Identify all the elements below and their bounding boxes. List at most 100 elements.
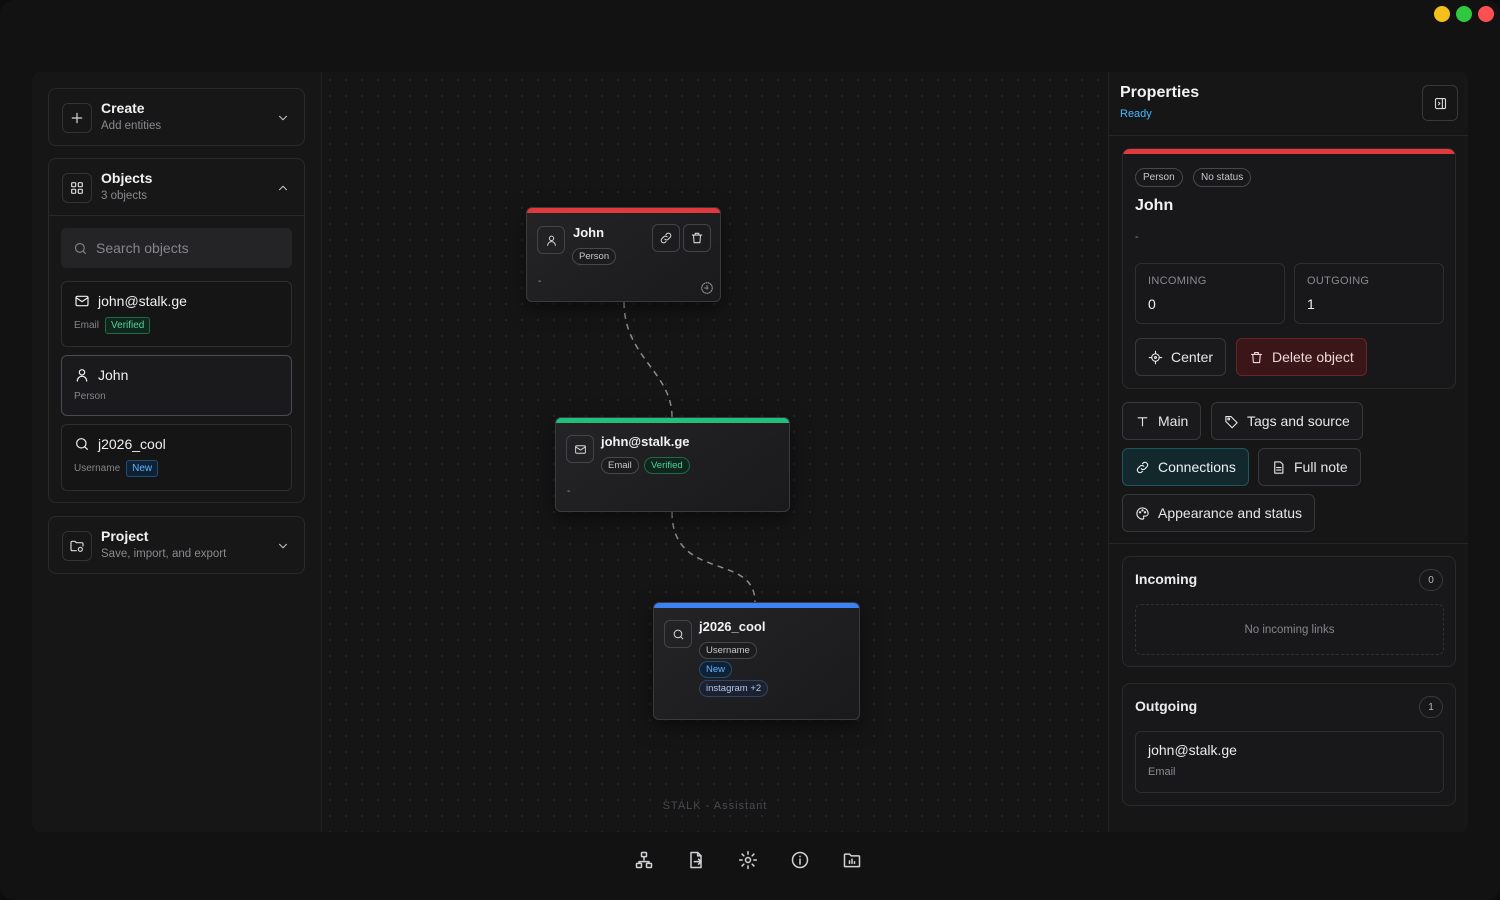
chart-folder-icon[interactable]	[838, 843, 866, 877]
node-color-bar	[556, 418, 789, 423]
grid-icon	[62, 173, 92, 203]
tab-tags-and-source[interactable]: Tags and source	[1211, 402, 1363, 440]
outgoing-link-item[interactable]: john@stalk.ge Email	[1135, 731, 1444, 793]
node-title: John	[573, 225, 605, 240]
header-divider	[1109, 135, 1468, 136]
platform-tags: instagram +2	[699, 680, 769, 697]
chevron-down-icon[interactable]	[276, 539, 290, 553]
create-section-header[interactable]: Create Add entities	[49, 89, 304, 146]
incoming-section: Incoming 0 No incoming links	[1122, 556, 1456, 667]
project-title: Project	[101, 528, 149, 544]
minimize-button[interactable]	[1434, 6, 1450, 22]
bottom-dock	[630, 843, 866, 877]
graph-icon[interactable]	[630, 843, 658, 877]
outgoing-label: OUTGOING	[1307, 275, 1370, 287]
panel-right-icon	[1434, 97, 1446, 109]
search-icon	[73, 241, 88, 256]
entity-desc: -	[1135, 231, 1139, 243]
incoming-value: 0	[1148, 296, 1156, 312]
project-section[interactable]: Project Save, import, and export	[48, 516, 305, 574]
objects-section-header[interactable]: Objects 3 objects	[49, 159, 304, 216]
list-item-username[interactable]: j2026_cool Username New	[61, 424, 292, 491]
new-badge: New	[126, 460, 159, 477]
incoming-stat: INCOMING 0	[1135, 263, 1285, 324]
chevron-down-icon[interactable]	[276, 111, 290, 125]
window-controls	[1434, 6, 1494, 22]
project-section-header[interactable]: Project Save, import, and export	[49, 517, 304, 574]
link-title: john@stalk.ge	[1148, 742, 1237, 758]
status-text: Ready	[1120, 108, 1152, 120]
list-item-meta: Username New	[74, 460, 159, 477]
maximize-button[interactable]	[1456, 6, 1472, 22]
node-type-pill: Email	[601, 457, 639, 474]
list-item-person[interactable]: John Person	[61, 355, 292, 416]
verified-badge: Verified	[105, 317, 151, 334]
move-icon[interactable]	[700, 281, 714, 295]
user-icon	[537, 226, 565, 254]
entity-status-chip: No status	[1193, 168, 1252, 187]
list-item-meta: Email Verified	[74, 317, 151, 334]
chevron-up-icon[interactable]	[276, 181, 290, 195]
left-sidebar: Create Add entities Objects 3 objects Se…	[32, 72, 322, 832]
center-button[interactable]: Center	[1135, 338, 1227, 376]
tab-label: Full note	[1294, 459, 1348, 475]
create-title: Create	[101, 100, 145, 116]
properties-panel: Properties Ready Person No status John -…	[1108, 72, 1468, 832]
search-objects[interactable]	[61, 228, 292, 268]
incoming-count-badge: 0	[1419, 569, 1443, 591]
list-item-label: John	[98, 367, 129, 383]
list-item-type: Person	[74, 391, 106, 402]
list-item-title: john@stalk.ge	[74, 293, 187, 309]
node-desc: -	[567, 486, 571, 497]
tab-label: Appearance and status	[1158, 505, 1302, 521]
info-icon[interactable]	[786, 843, 814, 877]
trash-icon	[1250, 351, 1263, 363]
create-subtitle: Add entities	[101, 120, 162, 132]
incoming-empty-state: No incoming links	[1135, 604, 1444, 655]
mail-icon	[74, 293, 90, 309]
mail-icon	[566, 435, 594, 463]
tab-label: Tags and source	[1247, 413, 1350, 429]
tab-main[interactable]: Main	[1122, 402, 1202, 440]
link-type: Email	[1148, 766, 1176, 778]
project-subtitle: Save, import, and export	[101, 548, 227, 560]
crosshair-icon	[1148, 350, 1163, 364]
delete-object-button[interactable]: Delete object	[1236, 338, 1367, 376]
list-item-email[interactable]: john@stalk.ge Email Verified	[61, 281, 292, 347]
objects-title: Objects	[101, 170, 153, 186]
node-email[interactable]: john@stalk.ge Email Verified -	[555, 417, 790, 512]
node-desc: -	[538, 276, 542, 287]
settings-icon[interactable]	[734, 843, 762, 877]
node-title: john@stalk.ge	[601, 434, 690, 449]
link-icon[interactable]	[652, 224, 680, 252]
link-icon	[1136, 461, 1149, 473]
search-icon	[664, 620, 692, 648]
delete-label: Delete object	[1272, 349, 1354, 365]
close-button[interactable]	[1478, 6, 1494, 22]
entity-color-bar	[1123, 149, 1455, 154]
palette-icon	[1136, 506, 1149, 520]
node-person[interactable]: John Person -	[526, 207, 721, 302]
objects-section: Objects 3 objects john@stalk.ge	[48, 158, 305, 503]
edge-email-username	[671, 511, 756, 603]
node-type-pill: Username	[699, 642, 757, 659]
graph-canvas[interactable]: John Person - john@stalk.ge Email Verifi…	[322, 72, 1108, 832]
outgoing-section: Outgoing 1 john@stalk.ge Email	[1122, 683, 1456, 806]
node-username[interactable]: j2026_cool Username New instagram +2	[653, 602, 860, 720]
list-item-title: John	[74, 367, 128, 383]
create-section[interactable]: Create Add entities	[48, 88, 305, 146]
tab-full-note[interactable]: Full note	[1258, 448, 1361, 486]
user-icon	[74, 367, 90, 383]
collapse-panel-button[interactable]	[1422, 85, 1458, 121]
center-label: Center	[1171, 349, 1214, 365]
tab-connections[interactable]: Connections	[1122, 448, 1249, 486]
objects-count: 3 objects	[101, 190, 148, 202]
edge-john-email	[623, 301, 673, 418]
file-export-icon[interactable]	[682, 843, 710, 877]
search-input[interactable]	[96, 240, 286, 256]
entity-type-chip: Person	[1135, 168, 1183, 187]
tab-appearance-and-status[interactable]: Appearance and status	[1122, 494, 1315, 532]
tag-icon	[1225, 415, 1238, 428]
trash-icon[interactable]	[683, 224, 711, 252]
app-window: Create Add entities Objects 3 objects Se…	[0, 0, 1500, 900]
